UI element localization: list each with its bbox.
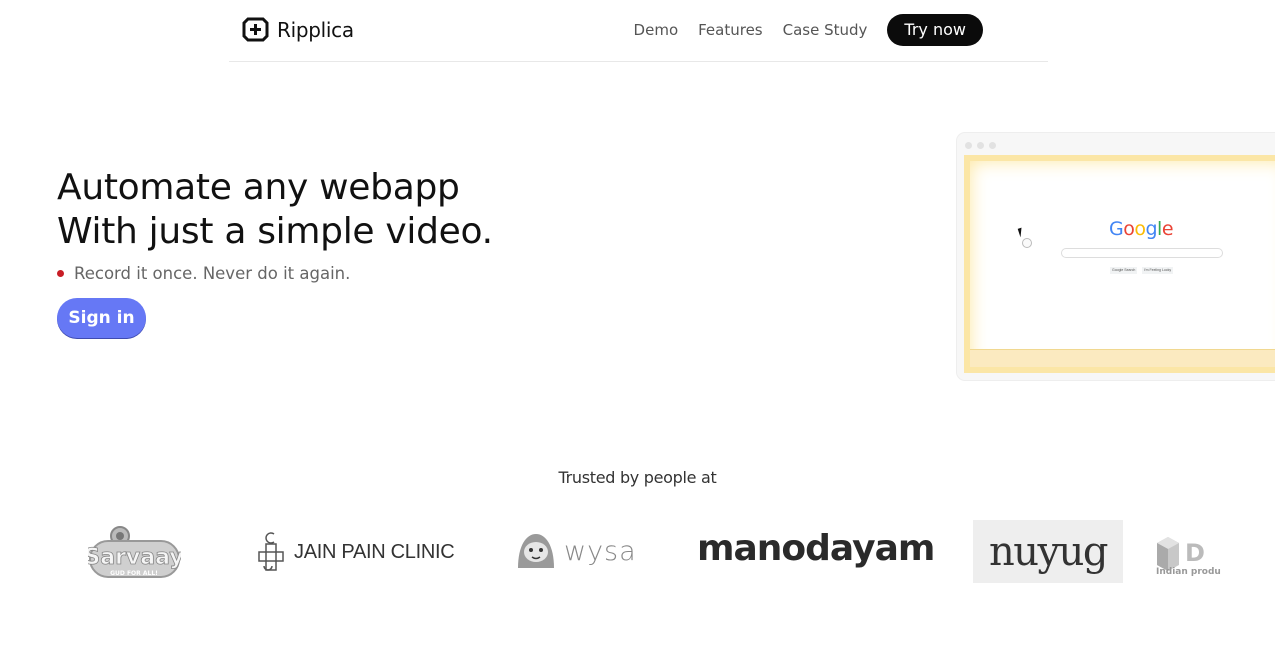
wysa-logo: wysa: [514, 532, 637, 570]
demo-preview-window[interactable]: Google Google Search I'm Feeling Lucky: [957, 133, 1275, 380]
jain-pain-clinic-logo: JAIN PAIN CLINIC: [258, 530, 455, 574]
indian-logo-subtext: Indian produ: [1156, 567, 1221, 577]
sarvaay-logo-text: Sarvaay: [88, 545, 181, 570]
cursor-ring-icon: [1022, 238, 1032, 248]
sarvaay-logo: Sarvaay GUD FOR ALL!: [88, 523, 181, 581]
mouse-cursor-icon: [1017, 227, 1025, 238]
nav-case-study[interactable]: Case Study: [783, 14, 868, 46]
google-letter: o: [1123, 218, 1135, 240]
hero-title-line1: Automate any webapp: [57, 167, 460, 208]
nav-features[interactable]: Features: [698, 14, 763, 46]
preview-footer: [970, 349, 1275, 367]
brand-name: Ripplica: [277, 17, 354, 42]
wysa-logo-text: wysa: [564, 535, 637, 567]
jain-logo-text: JAIN PAIN CLINIC: [294, 540, 455, 563]
hero-tagline: Record it once. Never do it again.: [57, 264, 350, 283]
nav-demo[interactable]: Demo: [634, 14, 679, 46]
nuyug-logo: nuyug: [973, 520, 1123, 583]
google-letter: G: [1109, 218, 1124, 240]
nuyug-logo-text: nuyug: [989, 528, 1109, 575]
sarvaay-logo-subtext: GUD FOR ALL!: [110, 570, 158, 577]
window-dot-icon: [977, 142, 984, 149]
window-dot-icon: [989, 142, 996, 149]
manodayam-logo: manodayam: [697, 528, 935, 569]
tagline-text: Record it once. Never do it again.: [74, 264, 351, 283]
google-logo: Google: [1109, 218, 1174, 240]
indian-products-logo: D Indian produ: [1155, 526, 1227, 580]
google-letter: o: [1134, 218, 1146, 240]
window-dot-icon: [965, 142, 972, 149]
try-now-button[interactable]: Try now: [887, 14, 983, 46]
feeling-lucky-button: I'm Feeling Lucky: [1142, 267, 1174, 274]
jain-clinic-icon: [258, 532, 284, 571]
site-header: Ripplica Demo Features Case Study Try no…: [229, 0, 1048, 62]
google-letter: e: [1161, 218, 1174, 240]
preview-screen: Google Google Search I'm Feeling Lucky: [964, 155, 1275, 373]
ripplica-logo-icon: [242, 16, 269, 43]
cube-icon: [1157, 537, 1179, 571]
indian-logo-letter: D: [1185, 539, 1205, 567]
google-letter: g: [1145, 218, 1158, 240]
hero-title: Automate any webapp With just a simple v…: [57, 166, 493, 254]
google-search-button: Google Search: [1110, 267, 1138, 274]
hero-title-line2: With just a simple video.: [57, 211, 493, 252]
wysa-penguin-icon: [518, 534, 554, 568]
window-controls: [965, 142, 996, 149]
preview-topbar: [970, 161, 1275, 173]
bullet-dot-icon: [57, 270, 64, 277]
trusted-heading: Trusted by people at: [558, 468, 717, 487]
brand[interactable]: Ripplica: [242, 16, 354, 43]
top-nav: Demo Features Case Study Try now: [634, 14, 983, 46]
google-search-bar: [1061, 248, 1223, 258]
sign-in-button[interactable]: Sign in: [57, 298, 146, 338]
